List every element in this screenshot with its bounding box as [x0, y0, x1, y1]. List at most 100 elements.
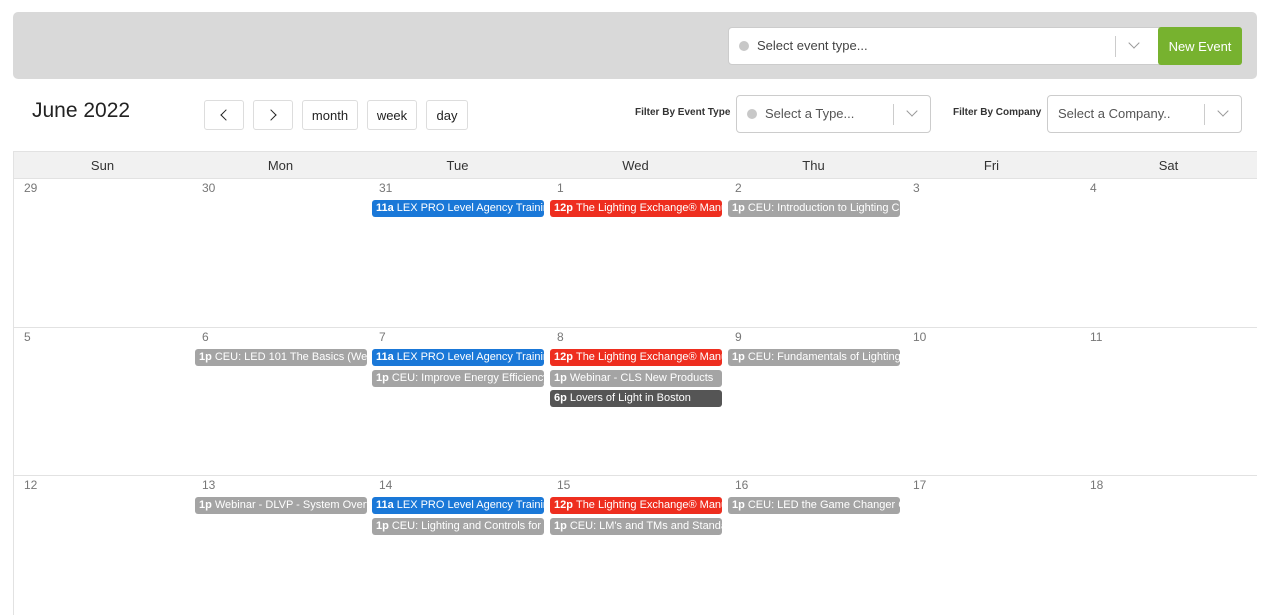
filter-type-select[interactable]: Select a Type...	[736, 95, 931, 133]
week-row: 5 6 7 8 9 10 11 1p CEU: LED 101 The Basics (Webi…	[13, 328, 1257, 476]
event-time: 1p	[732, 202, 745, 214]
new-event-button[interactable]: New Event	[1158, 27, 1242, 65]
event-time: 11a	[376, 499, 394, 511]
select-separator	[1115, 36, 1116, 57]
week-row: 29 30 31 1 2 3 4 11a LEX PRO Level Agency Traini…	[13, 179, 1257, 328]
calendar-event[interactable]: 1p CEU: Lighting and Controls for H	[372, 517, 544, 535]
day-number[interactable]: 16	[735, 478, 748, 492]
next-button[interactable]	[253, 100, 293, 130]
filter-type-label: Filter By Event Type	[635, 107, 731, 118]
calendar-event[interactable]: 1p CEU: LED 101 The Basics (Webir	[195, 349, 367, 366]
day-number[interactable]: 5	[24, 330, 31, 344]
calendar-event[interactable]: 1p CEU: Improve Energy Efficiency v	[372, 369, 544, 387]
event-time: 1p	[376, 371, 389, 384]
month-view-button[interactable]: month	[302, 100, 358, 130]
event-title: CEU: Improve Energy Efficiency v	[391, 371, 544, 384]
weekday-sat: Sat	[1158, 158, 1179, 173]
color-dot-icon	[739, 41, 749, 51]
day-number[interactable]: 6	[202, 330, 209, 344]
event-time: 1p	[554, 371, 567, 384]
chevron-right-icon	[265, 109, 277, 121]
event-title: CEU: Lighting and Controls for H	[391, 519, 544, 532]
event-title: The Lighting Exchange® Manuf	[575, 499, 722, 511]
event-title: CEU: Introduction to Lighting Co	[747, 202, 900, 214]
event-time: 12p	[554, 351, 573, 363]
weekday-sun: Sun	[90, 158, 115, 173]
event-time: 6p	[554, 392, 567, 404]
event-type-select[interactable]: Select event type...	[728, 27, 1166, 65]
day-number[interactable]: 9	[735, 330, 742, 344]
chevron-left-icon	[220, 109, 232, 121]
day-number[interactable]: 3	[913, 181, 920, 195]
calendar-event[interactable]: 12p The Lighting Exchange® Manuf	[550, 200, 722, 217]
filter-company-select[interactable]: Select a Company..	[1047, 95, 1242, 133]
calendar-event[interactable]: 1p Webinar - DLVP - System Overvie	[195, 497, 367, 514]
weekday-tue: Tue	[446, 158, 469, 173]
calendar-event[interactable]: 1p CEU: Introduction to Lighting Co	[728, 200, 900, 217]
day-number[interactable]: 8	[557, 330, 564, 344]
calendar-event[interactable]: 1p CEU: LED the Game Changer Co	[728, 497, 900, 514]
event-title: CEU: LED the Game Changer Co	[747, 499, 900, 511]
day-number[interactable]: 4	[1090, 181, 1097, 195]
event-title: Lovers of Light in Boston	[569, 392, 691, 404]
calendar-event[interactable]: 6p Lovers of Light in Boston	[550, 390, 722, 407]
day-number[interactable]: 17	[913, 478, 926, 492]
event-title: Webinar - CLS New Products	[569, 371, 714, 384]
day-number[interactable]: 7	[379, 330, 386, 344]
event-time: 1p	[376, 519, 389, 532]
calendar-event[interactable]: 11a LEX PRO Level Agency Training	[372, 200, 544, 217]
week-row: 12 13 14 15 16 17 18 1p Webinar - DLVP - System …	[13, 476, 1257, 615]
day-number[interactable]: 14	[379, 478, 392, 492]
weekday-header: Sun Mon Tue Wed Thu Fri Sat	[13, 151, 1257, 179]
event-time: 1p	[554, 519, 567, 532]
event-time: 1p	[732, 499, 745, 511]
event-title: The Lighting Exchange® Manuf	[575, 202, 722, 214]
calendar-event[interactable]: 11a LEX PRO Level Agency Training	[372, 349, 544, 366]
event-title: LEX PRO Level Agency Training	[396, 351, 544, 363]
chevron-down-icon[interactable]	[1128, 37, 1140, 49]
day-number[interactable]: 18	[1090, 478, 1103, 492]
day-number[interactable]: 15	[557, 478, 570, 492]
calendar-event[interactable]: 1p CEU: LM's and TMs and Standar	[550, 517, 722, 535]
calendar-event[interactable]: 12p The Lighting Exchange® Manuf	[550, 349, 722, 366]
calendar-event[interactable]: 11a LEX PRO Level Agency Training	[372, 497, 544, 514]
event-time: 1p	[732, 351, 745, 363]
day-number[interactable]: 29	[24, 181, 37, 195]
event-time: 12p	[554, 202, 573, 214]
event-title: CEU: LED 101 The Basics (Webir	[214, 351, 367, 363]
day-number[interactable]: 13	[202, 478, 215, 492]
chevron-down-icon[interactable]	[906, 105, 918, 117]
event-time: 1p	[199, 499, 212, 511]
calendar-event[interactable]: 12p The Lighting Exchange® Manuf	[550, 497, 722, 514]
day-number[interactable]: 11	[1090, 330, 1102, 344]
event-title: LEX PRO Level Agency Training	[396, 499, 544, 511]
day-number[interactable]: 10	[913, 330, 926, 344]
calendar-event[interactable]: 1p CEU: Fundamentals of Lighting (V	[728, 349, 900, 366]
weekday-fri: Fri	[983, 158, 1000, 173]
day-number[interactable]: 1	[557, 181, 564, 195]
week-view-button[interactable]: week	[367, 100, 417, 130]
calendar-event[interactable]: 1p Webinar - CLS New Products	[550, 369, 722, 387]
day-number[interactable]: 12	[24, 478, 37, 492]
weekday-thu: Thu	[802, 158, 825, 173]
filter-company-placeholder: Select a Company..	[1058, 106, 1171, 121]
filter-company-label: Filter By Company	[953, 107, 1042, 118]
weekday-wed: Wed	[622, 158, 649, 173]
day-number[interactable]: 31	[379, 181, 392, 195]
day-number[interactable]: 30	[202, 181, 215, 195]
day-number[interactable]: 2	[735, 181, 742, 195]
event-title: Webinar - DLVP - System Overvie	[214, 499, 367, 511]
color-dot-icon	[747, 109, 757, 119]
event-type-placeholder: Select event type...	[757, 38, 868, 53]
event-title: The Lighting Exchange® Manuf	[575, 351, 722, 363]
filter-type-placeholder: Select a Type...	[765, 106, 855, 121]
prev-button[interactable]	[204, 100, 244, 130]
select-separator	[893, 104, 894, 125]
event-time: 1p	[199, 351, 212, 363]
chevron-down-icon[interactable]	[1217, 105, 1229, 117]
day-view-button[interactable]: day	[426, 100, 468, 130]
event-time: 11a	[376, 202, 394, 214]
event-time: 11a	[376, 351, 394, 363]
event-title: LEX PRO Level Agency Training	[396, 202, 544, 214]
event-time: 12p	[554, 499, 573, 511]
